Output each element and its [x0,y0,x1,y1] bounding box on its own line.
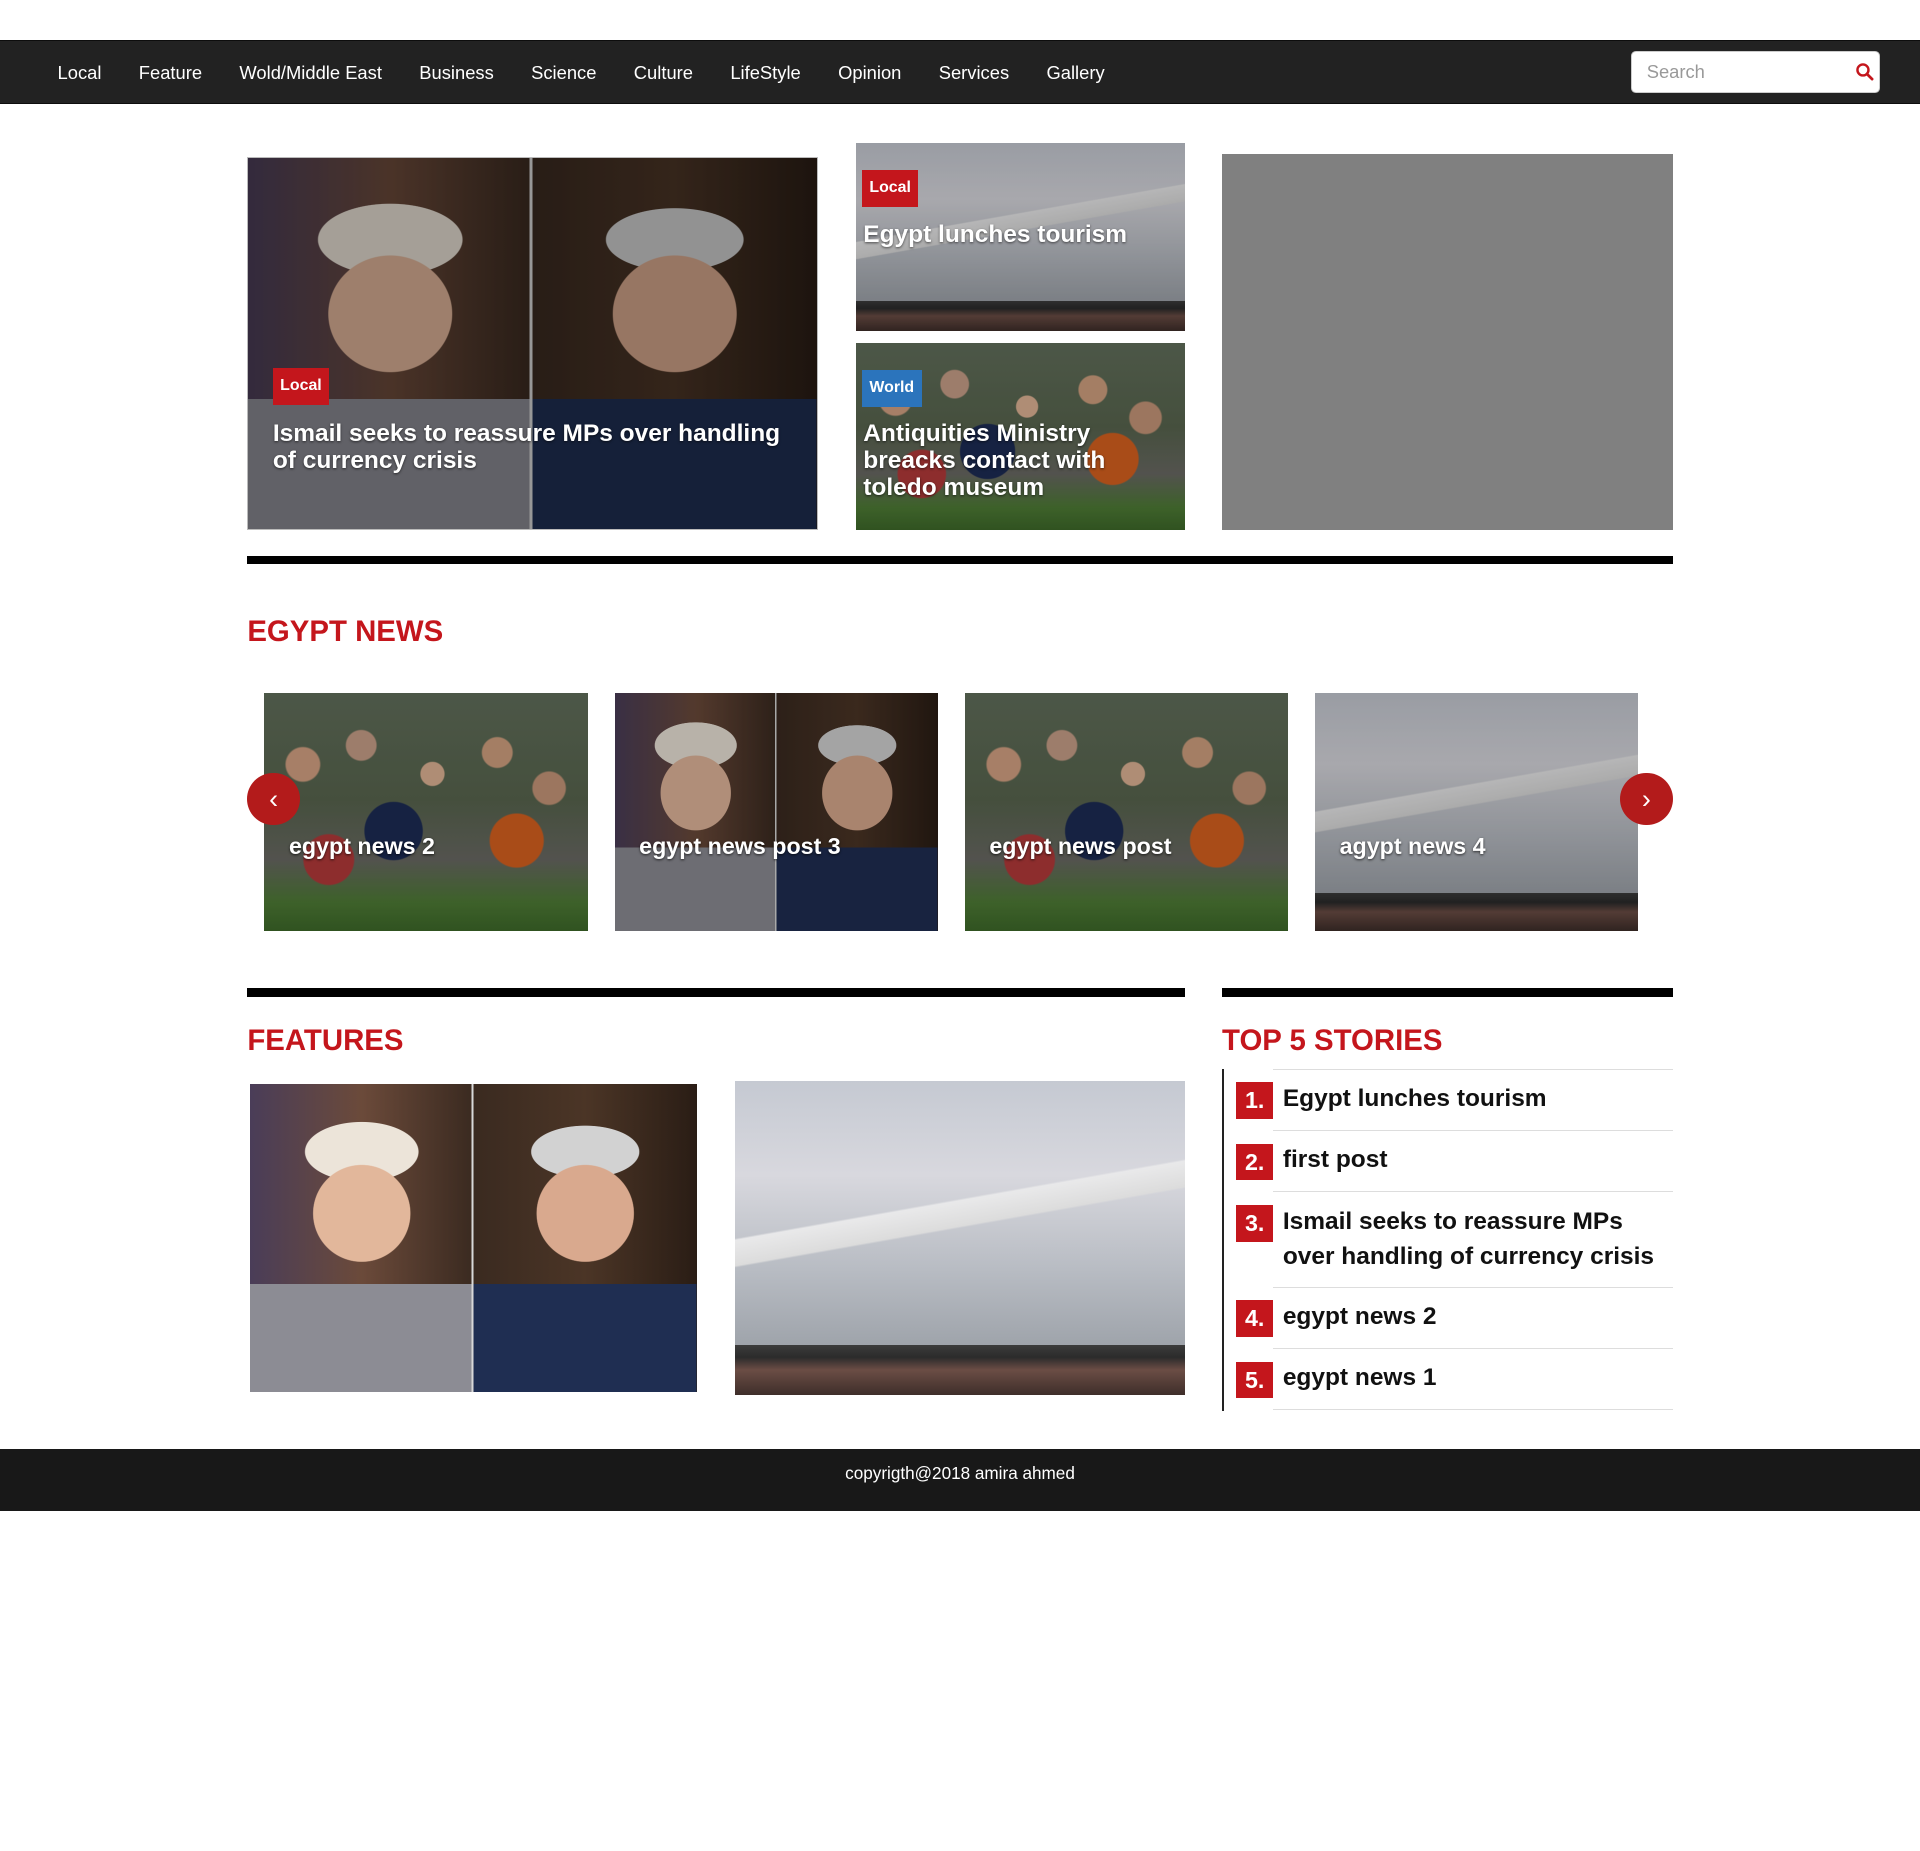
nav-item-opinion[interactable]: Opinion [838,41,901,105]
nav-item-services[interactable]: Services [939,41,1009,105]
main-nav: Local Feature Wold/Middle East Business … [58,41,1142,105]
side-story-2[interactable]: World Antiquities Ministry breacks conta… [855,342,1186,531]
carousel-slide[interactable]: agypt news 4 [1315,693,1639,931]
side-story-1[interactable]: Local Egypt lunches tourism [855,143,1186,331]
top-story-link[interactable]: first post [1283,1142,1672,1178]
nav-item-feature[interactable]: Feature [139,41,202,105]
list-divider [1273,1409,1673,1411]
footer: copyrigth@2018 amira ahmed [0,1448,1920,1512]
page: { "nav": { "items": ["Local","Feature","… [0,0,1920,1512]
nav-item-local[interactable]: Local [58,41,102,105]
carousel-slide[interactable]: egypt news 2 [264,693,588,931]
story-rank: 4. [1236,1300,1274,1338]
top-story-link[interactable]: Ismail seeks to reassure MPs over handli… [1283,1204,1672,1275]
nav-item-gallery[interactable]: Gallery [1046,41,1104,105]
top-story-link[interactable]: Egypt lunches tourism [1283,1081,1672,1117]
top-story-link[interactable]: egypt news 1 [1283,1360,1672,1396]
feature-image-2[interactable] [734,1081,1186,1395]
features-heading: FEATURES [247,1023,404,1057]
top-story-link[interactable]: egypt news 2 [1283,1299,1672,1335]
section-divider [247,555,1673,565]
carousel-next-button[interactable]: › [1620,772,1673,826]
hero-category-badge[interactable]: Local [272,368,330,406]
nav-item-culture[interactable]: Culture [634,41,693,105]
carousel-slide[interactable]: egypt news post [964,693,1289,931]
list-divider [1273,1130,1673,1132]
carousel-slide[interactable]: egypt news post 3 [614,693,938,931]
egypt-news-heading: EGYPT NEWS [247,614,444,648]
top-stories-list: 1. Egypt lunches tourism 2. first post 3… [1222,1068,1673,1411]
top-navbar: Local Feature Wold/Middle East Business … [0,40,1920,105]
search-box [1631,51,1880,93]
carousel-slide-caption[interactable]: egypt news 2 [289,833,435,860]
side-story-2-badge[interactable]: World [862,369,922,407]
side-story-1-title[interactable]: Egypt lunches tourism [863,221,1181,249]
story-rank: 1. [1236,1082,1274,1120]
nav-item-science[interactable]: Science [531,41,596,105]
list-divider [1273,1191,1673,1193]
side-story-1-badge[interactable]: Local [862,170,919,207]
side-story-2-title[interactable]: Antiquities Ministry breacks contact wit… [863,420,1157,502]
list-divider [1273,1068,1673,1070]
carousel-slide-caption[interactable]: egypt news post 3 [639,833,841,860]
feature-image-1[interactable] [249,1083,697,1393]
top-stories-divider [1222,988,1673,997]
ad-placeholder [1222,154,1673,531]
list-divider [1273,1286,1673,1288]
search-icon[interactable] [1855,62,1875,82]
hero-title[interactable]: Ismail seeks to reassure MPs over handli… [273,420,800,475]
story-rank: 3. [1236,1204,1274,1242]
list-divider [1273,1348,1673,1349]
top-stories-heading: TOP 5 STORIES [1222,1023,1443,1057]
hero-story[interactable]: Local Ismail seeks to reassure MPs over … [247,156,818,531]
story-rank: 5. [1236,1361,1274,1399]
nav-item-world-middle-east[interactable]: Wold/Middle East [239,41,382,105]
carousel-slide-caption[interactable]: agypt news 4 [1340,833,1486,860]
story-rank: 2. [1236,1143,1274,1181]
nav-item-lifestyle[interactable]: LifeStyle [730,41,800,105]
features-divider [247,988,1186,997]
search-input[interactable] [1632,52,1847,92]
carousel-prev-button[interactable]: ‹ [247,772,300,826]
carousel-slide-caption[interactable]: egypt news post [989,833,1171,860]
nav-item-business[interactable]: Business [419,41,494,105]
copyright-text: copyrigth@2018 amira ahmed [845,1462,1075,1483]
